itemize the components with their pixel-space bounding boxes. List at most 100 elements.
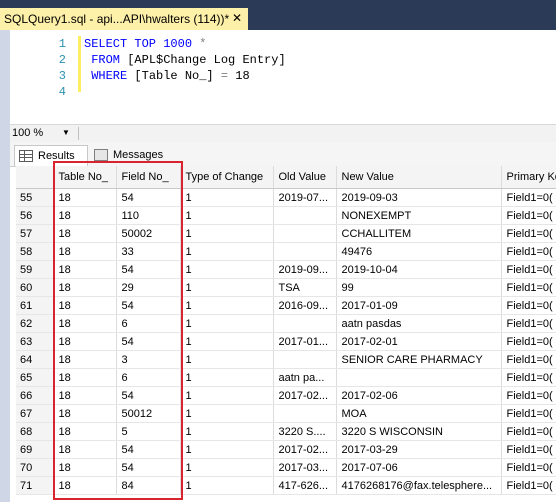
table-cell[interactable]: 18 xyxy=(53,404,117,423)
tab-messages[interactable]: Messages xyxy=(90,145,170,165)
chevron-down-icon[interactable]: ▼ xyxy=(62,126,70,140)
table-cell[interactable] xyxy=(336,368,502,387)
row-number[interactable]: 58 xyxy=(16,242,54,261)
table-cell[interactable] xyxy=(273,224,337,243)
table-row[interactable]: 57 18 50002 1 CCHALLITEM Field1=0( xyxy=(16,224,556,243)
row-number-header[interactable] xyxy=(16,166,54,189)
table-cell[interactable]: 110 xyxy=(116,206,181,225)
table-cell[interactable]: 4176268176@fax.telesphere... xyxy=(336,476,502,495)
row-number[interactable]: 62 xyxy=(16,314,54,333)
table-cell[interactable]: 33 xyxy=(116,242,181,261)
table-cell[interactable]: 1 xyxy=(180,242,274,261)
table-cell[interactable]: 2016-09... xyxy=(273,296,337,315)
row-number[interactable]: 55 xyxy=(16,188,54,207)
table-row[interactable]: 65 18 6 1 aatn pa... Field1=0( xyxy=(16,368,556,387)
table-cell[interactable]: 2019-07... xyxy=(273,188,337,207)
table-cell[interactable] xyxy=(273,314,337,333)
table-cell[interactable]: 18 xyxy=(53,224,117,243)
row-number[interactable]: 70 xyxy=(16,458,54,477)
table-cell[interactable] xyxy=(273,242,337,261)
table-cell[interactable]: 1 xyxy=(180,332,274,351)
row-number[interactable]: 71 xyxy=(16,476,54,495)
table-cell[interactable]: Field1=0( xyxy=(501,386,556,405)
table-cell[interactable]: Field1=0( xyxy=(501,242,556,261)
table-cell[interactable]: 1 xyxy=(180,404,274,423)
results-grid[interactable]: Table No_ Field No_ Type of Change Old Valu… xyxy=(16,166,556,502)
table-cell[interactable] xyxy=(273,350,337,369)
table-cell[interactable]: Field1=0( xyxy=(501,440,556,459)
table-cell[interactable]: 18 xyxy=(53,458,117,477)
code-line[interactable]: 2 FROM [APL$Change Log Entry] xyxy=(50,52,286,68)
table-cell[interactable]: 2017-02-01 xyxy=(336,332,502,351)
table-cell[interactable]: 54 xyxy=(116,386,181,405)
table-cell[interactable]: 18 xyxy=(53,296,117,315)
table-cell[interactable]: 54 xyxy=(116,188,181,207)
table-cell[interactable]: 1 xyxy=(180,260,274,279)
table-cell[interactable]: 1 xyxy=(180,350,274,369)
table-row[interactable]: 59 18 54 1 2019-09... 2019-10-04 Field1=0( xyxy=(16,260,556,279)
table-cell[interactable] xyxy=(273,404,337,423)
table-cell[interactable]: 1 xyxy=(180,476,274,495)
table-cell[interactable]: 54 xyxy=(116,458,181,477)
row-number[interactable]: 67 xyxy=(16,404,54,423)
table-row[interactable]: 63 18 54 1 2017-01... 2017-02-01 Field1=0( xyxy=(16,332,556,351)
table-cell[interactable]: 5 xyxy=(116,422,181,441)
row-number[interactable]: 59 xyxy=(16,260,54,279)
table-cell[interactable]: 2017-03... xyxy=(273,458,337,477)
table-cell[interactable]: 84 xyxy=(116,476,181,495)
table-cell[interactable]: 54 xyxy=(116,440,181,459)
table-cell[interactable]: 29 xyxy=(116,278,181,297)
table-cell[interactable]: Field1=0( xyxy=(501,332,556,351)
code-line[interactable]: 3 WHERE [Table No_] = 18 xyxy=(50,68,250,84)
column-header[interactable]: Field No_ xyxy=(116,166,181,189)
table-cell[interactable]: 1 xyxy=(180,314,274,333)
table-cell[interactable]: 2017-02... xyxy=(273,440,337,459)
table-row[interactable]: 55 18 54 1 2019-07... 2019-09-03 Field1=0( xyxy=(16,188,556,207)
row-number[interactable]: 61 xyxy=(16,296,54,315)
table-cell[interactable]: Field1=0( xyxy=(501,278,556,297)
table-row[interactable]: 67 18 50012 1 MOA Field1=0( xyxy=(16,404,556,423)
table-cell[interactable]: Field1=0( xyxy=(501,476,556,495)
table-cell[interactable]: 18 xyxy=(53,368,117,387)
close-icon[interactable]: ✕ xyxy=(232,11,242,25)
table-cell[interactable]: 1 xyxy=(180,440,274,459)
table-cell[interactable]: SENIOR CARE PHARMACY xyxy=(336,350,502,369)
table-cell[interactable] xyxy=(273,206,337,225)
table-cell[interactable]: 18 xyxy=(53,422,117,441)
table-cell[interactable]: Field1=0( xyxy=(501,314,556,333)
table-cell[interactable]: 1 xyxy=(180,206,274,225)
table-cell[interactable]: 2017-02-06 xyxy=(336,386,502,405)
column-header[interactable]: Primary Ke xyxy=(501,166,556,189)
table-cell[interactable]: 18 xyxy=(53,260,117,279)
row-number[interactable]: 69 xyxy=(16,440,54,459)
row-number[interactable]: 63 xyxy=(16,332,54,351)
table-cell[interactable]: 1 xyxy=(180,422,274,441)
table-cell[interactable]: 50002 xyxy=(116,224,181,243)
table-row[interactable]: 61 18 54 1 2016-09... 2017-01-09 Field1=0( xyxy=(16,296,556,315)
table-cell[interactable]: 18 xyxy=(53,350,117,369)
table-cell[interactable]: 1 xyxy=(180,368,274,387)
table-cell[interactable]: Field1=0( xyxy=(501,422,556,441)
table-row[interactable]: 66 18 54 1 2017-02... 2017-02-06 Field1=0( xyxy=(16,386,556,405)
row-number[interactable]: 57 xyxy=(16,224,54,243)
table-cell[interactable]: 50012 xyxy=(116,404,181,423)
code-line[interactable]: 1 SELECT TOP 1000 * xyxy=(50,36,207,52)
table-cell[interactable]: NONEXEMPT xyxy=(336,206,502,225)
row-number[interactable]: 60 xyxy=(16,278,54,297)
table-cell[interactable]: 417-626... xyxy=(273,476,337,495)
table-cell[interactable]: Field1=0( xyxy=(501,224,556,243)
table-row[interactable]: 70 18 54 1 2017-03... 2017-07-06 Field1=0( xyxy=(16,458,556,477)
table-row[interactable]: 58 18 33 1 49476 Field1=0( xyxy=(16,242,556,261)
tab-results[interactable]: Results xyxy=(14,145,88,166)
table-row[interactable]: 56 18 110 1 NONEXEMPT Field1=0( xyxy=(16,206,556,225)
table-cell[interactable]: 2019-09-03 xyxy=(336,188,502,207)
column-header[interactable]: New Value xyxy=(336,166,502,189)
table-cell[interactable]: 18 xyxy=(53,386,117,405)
column-header[interactable]: Old Value xyxy=(273,166,337,189)
table-cell[interactable]: 2017-07-06 xyxy=(336,458,502,477)
table-row[interactable]: 68 18 5 1 3220 S.... 3220 S WISCONSIN Field1=0… xyxy=(16,422,556,441)
table-cell[interactable]: TSA xyxy=(273,278,337,297)
table-cell[interactable]: Field1=0( xyxy=(501,296,556,315)
table-cell[interactable]: aatn pa... xyxy=(273,368,337,387)
row-number[interactable]: 68 xyxy=(16,422,54,441)
